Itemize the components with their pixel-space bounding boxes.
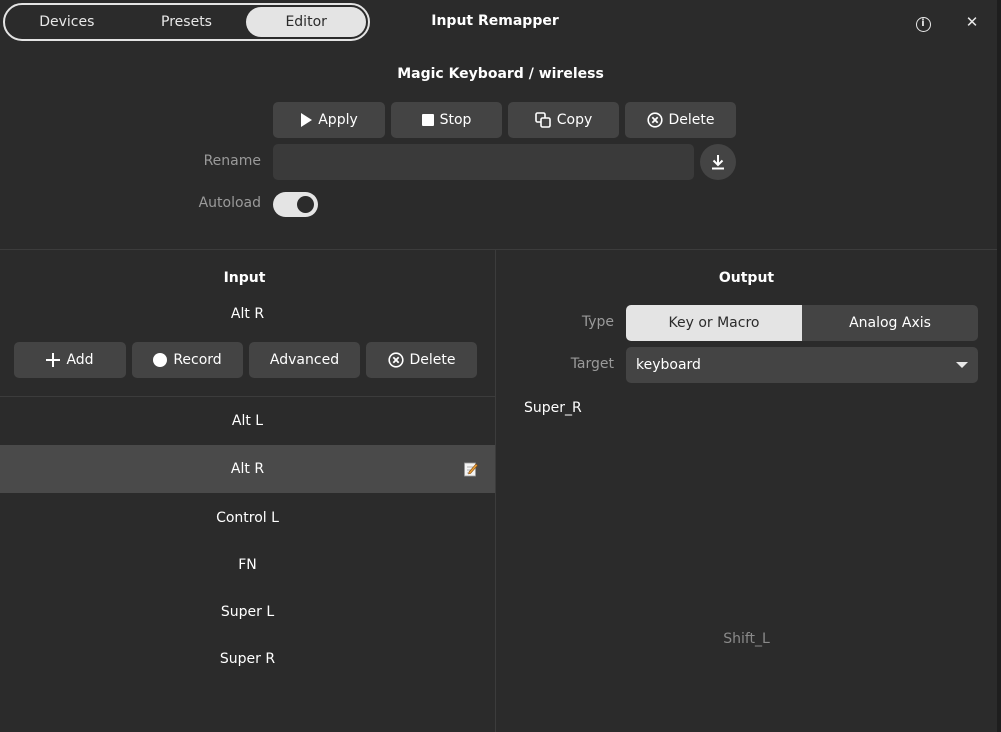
apply-button[interactable]: Apply [273, 102, 385, 138]
target-label: Target [570, 356, 614, 372]
pane-divider [495, 250, 496, 732]
divider [0, 249, 997, 250]
preset-heading: Magic Keyboard / wireless [0, 66, 1001, 82]
close-button[interactable]: ✕ [961, 11, 983, 33]
about-button[interactable]: i [912, 11, 934, 33]
target-value: keyboard [636, 357, 701, 373]
copy-button[interactable]: Copy [508, 102, 619, 138]
advanced-button[interactable]: Advanced [249, 342, 360, 378]
mapping-item[interactable]: Super L [0, 588, 495, 636]
output-placeholder: Shift_L [723, 631, 770, 647]
delete-preset-button[interactable]: Delete [625, 102, 736, 138]
stop-button[interactable]: Stop [391, 102, 502, 138]
mapping-item-selected[interactable]: Alt R [0, 445, 495, 493]
current-input-combination: Alt R [230, 306, 265, 322]
delete-circle-icon [387, 352, 404, 368]
type-key-or-macro-button[interactable]: Key or Macro [626, 305, 802, 341]
target-dropdown[interactable]: keyboard [626, 347, 978, 383]
mapping-item[interactable]: Control L [0, 494, 495, 542]
record-icon [153, 353, 168, 367]
window-title: Input Remapper [431, 13, 559, 29]
type-label: Type [581, 314, 614, 330]
input-title: Input [223, 270, 266, 286]
delete-mapping-button[interactable]: Delete [366, 342, 477, 378]
play-icon [301, 113, 313, 127]
type-analog-axis-button[interactable]: Analog Axis [802, 305, 978, 341]
mapping-item[interactable]: Super R [0, 635, 495, 683]
add-mapping-button[interactable]: Add [14, 342, 126, 378]
delete-mapping-label: Delete [409, 352, 456, 368]
mapping-item[interactable]: FN [0, 541, 495, 589]
header-bar: Devices Presets Editor Input Remapper i … [0, 0, 1001, 44]
window-edge [997, 0, 1001, 732]
preset-name: wireless [538, 66, 604, 82]
chevron-down-icon [956, 362, 968, 368]
plus-icon [46, 353, 61, 367]
stop-icon [421, 114, 434, 126]
heading-separator: / [528, 66, 534, 82]
rename-input[interactable] [273, 144, 694, 180]
device-name: Magic Keyboard [397, 66, 524, 82]
save-rename-button[interactable] [700, 144, 736, 180]
info-icon: i [915, 17, 931, 32]
autoload-switch[interactable] [273, 192, 318, 217]
add-label: Add [66, 352, 94, 368]
output-code-editor[interactable]: Super_R [514, 394, 984, 614]
copy-icon [534, 112, 551, 128]
record-button[interactable]: Record [132, 342, 243, 378]
copy-label: Copy [556, 112, 593, 128]
advanced-label: Advanced [269, 352, 340, 368]
close-icon: ✕ [965, 13, 979, 31]
edit-icon[interactable] [464, 461, 478, 477]
delete-preset-label: Delete [668, 112, 715, 128]
apply-label: Apply [318, 112, 358, 128]
rename-label: Rename [203, 153, 261, 169]
stop-label: Stop [439, 112, 472, 128]
record-label: Record [173, 352, 222, 368]
download-icon [712, 155, 724, 170]
switch-knob [297, 196, 314, 213]
output-title: Output [718, 270, 775, 286]
mapping-item[interactable]: Alt L [0, 397, 495, 445]
delete-circle-icon [646, 112, 663, 128]
autoload-label: Autoload [198, 195, 261, 211]
mapping-item-label: Alt R [230, 461, 265, 477]
